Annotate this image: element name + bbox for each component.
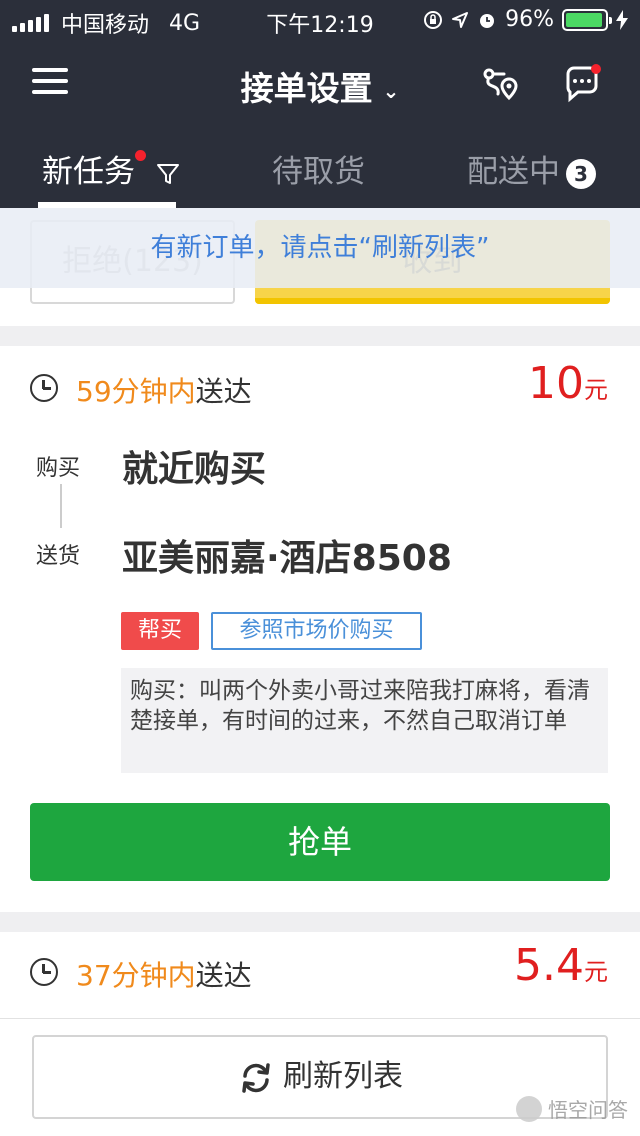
rotation-lock-icon <box>424 10 443 29</box>
delivering-count-badge: 3 <box>566 158 596 189</box>
refresh-label: 刷新列表 <box>283 1059 403 1094</box>
delivery-time: 59分钟内送达 <box>76 370 252 410</box>
watermark-text: 悟空问答 <box>548 1098 628 1122</box>
order-tabs: 新任务 待取货 配送中 3 <box>0 140 640 208</box>
refresh-icon <box>242 1062 270 1093</box>
tab-label: 新任务 <box>42 154 135 190</box>
delivery-time: 37分钟内送达 <box>76 954 252 994</box>
order-note: 购买：叫两个外卖小哥过来陪我打麻将，看清楚接单，有时间的过来，不然自己取消订单 <box>121 668 608 773</box>
buy-location: 就近购买 <box>122 449 267 490</box>
tab-new-tasks[interactable]: 新任务 <box>42 146 180 191</box>
clock-icon <box>30 958 58 986</box>
order-settings-dropdown[interactable]: 接单设置 ⌄ <box>0 62 640 110</box>
watermark: 悟空问答 <box>516 1094 628 1123</box>
delivery-minutes: 59分钟内 <box>76 375 196 408</box>
new-dot-badge <box>135 150 146 161</box>
location-icon <box>452 11 469 28</box>
delivery-suffix: 送达 <box>195 375 252 408</box>
price-unit: 元 <box>584 958 608 986</box>
route-connector <box>60 484 62 528</box>
chat-bubble-icon[interactable] <box>562 64 602 104</box>
app-header: 中国移动 4G 下午12:19 96% 接单设置 ⌄ 新任务 待取货 配送中 3 <box>0 0 640 208</box>
delivery-minutes: 37分钟内 <box>76 959 196 992</box>
tab-pending-pickup[interactable]: 待取货 <box>272 146 365 191</box>
tab-label: 待取货 <box>272 154 365 190</box>
grab-order-button[interactable]: 抢单 <box>30 803 610 881</box>
order-price: 10元 <box>528 358 608 409</box>
alarm-icon <box>480 13 495 28</box>
send-label: 送货 <box>36 544 81 569</box>
status-right: 96% <box>423 7 628 32</box>
market-price-tag: 参照市场价购买 <box>211 612 422 650</box>
filter-icon[interactable] <box>156 162 180 186</box>
watermark-logo-icon <box>516 1095 542 1122</box>
delivery-address: 亚美丽嘉·酒店8508 <box>122 538 452 579</box>
delivery-suffix: 送达 <box>195 959 252 992</box>
new-order-toast[interactable]: 有新订单，请点击“刷新列表” <box>0 208 640 288</box>
battery-icon <box>562 8 612 31</box>
buy-label: 购买 <box>36 456 81 481</box>
clock-icon <box>30 374 58 402</box>
nav-bar: 接单设置 ⌄ <box>0 44 640 124</box>
tab-label: 配送中 <box>467 154 560 190</box>
order-card: 37分钟内送达 5.4元 <box>0 932 640 1018</box>
status-bar: 中国移动 4G 下午12:19 96% <box>0 0 640 40</box>
battery-percent: 96% <box>505 7 554 32</box>
help-buy-tag: 帮买 <box>121 612 199 650</box>
tab-delivering[interactable]: 配送中 3 <box>467 146 596 191</box>
order-card: 59分钟内送达 10元 购买 送货 就近购买 亚美丽嘉·酒店8508 帮买 参照… <box>0 346 640 912</box>
price-value: 5.4 <box>514 940 584 991</box>
chevron-down-icon: ⌄ <box>382 78 400 103</box>
nav-title-label: 接单设置 <box>240 69 373 108</box>
price-unit: 元 <box>584 376 608 404</box>
charging-icon <box>616 9 628 30</box>
route-map-icon[interactable] <box>480 64 520 104</box>
order-price: 5.4元 <box>514 940 608 991</box>
price-value: 10 <box>528 358 584 409</box>
